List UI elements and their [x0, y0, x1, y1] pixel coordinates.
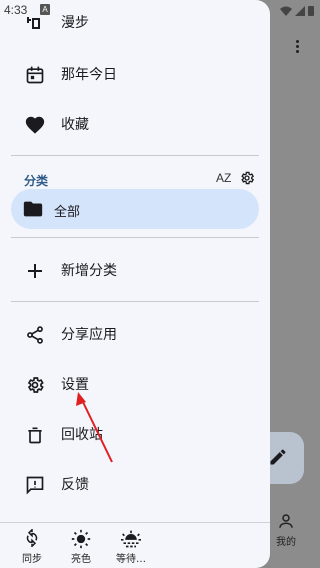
annotation-arrow	[76, 392, 113, 463]
status-bar: 4:33 A	[0, 0, 320, 22]
status-icons	[280, 5, 314, 16]
status-time: 4:33	[4, 3, 28, 17]
wifi-icon	[280, 6, 292, 16]
notification-icon: A	[40, 4, 50, 15]
signal-icon	[295, 5, 305, 16]
battery-icon	[308, 6, 314, 16]
